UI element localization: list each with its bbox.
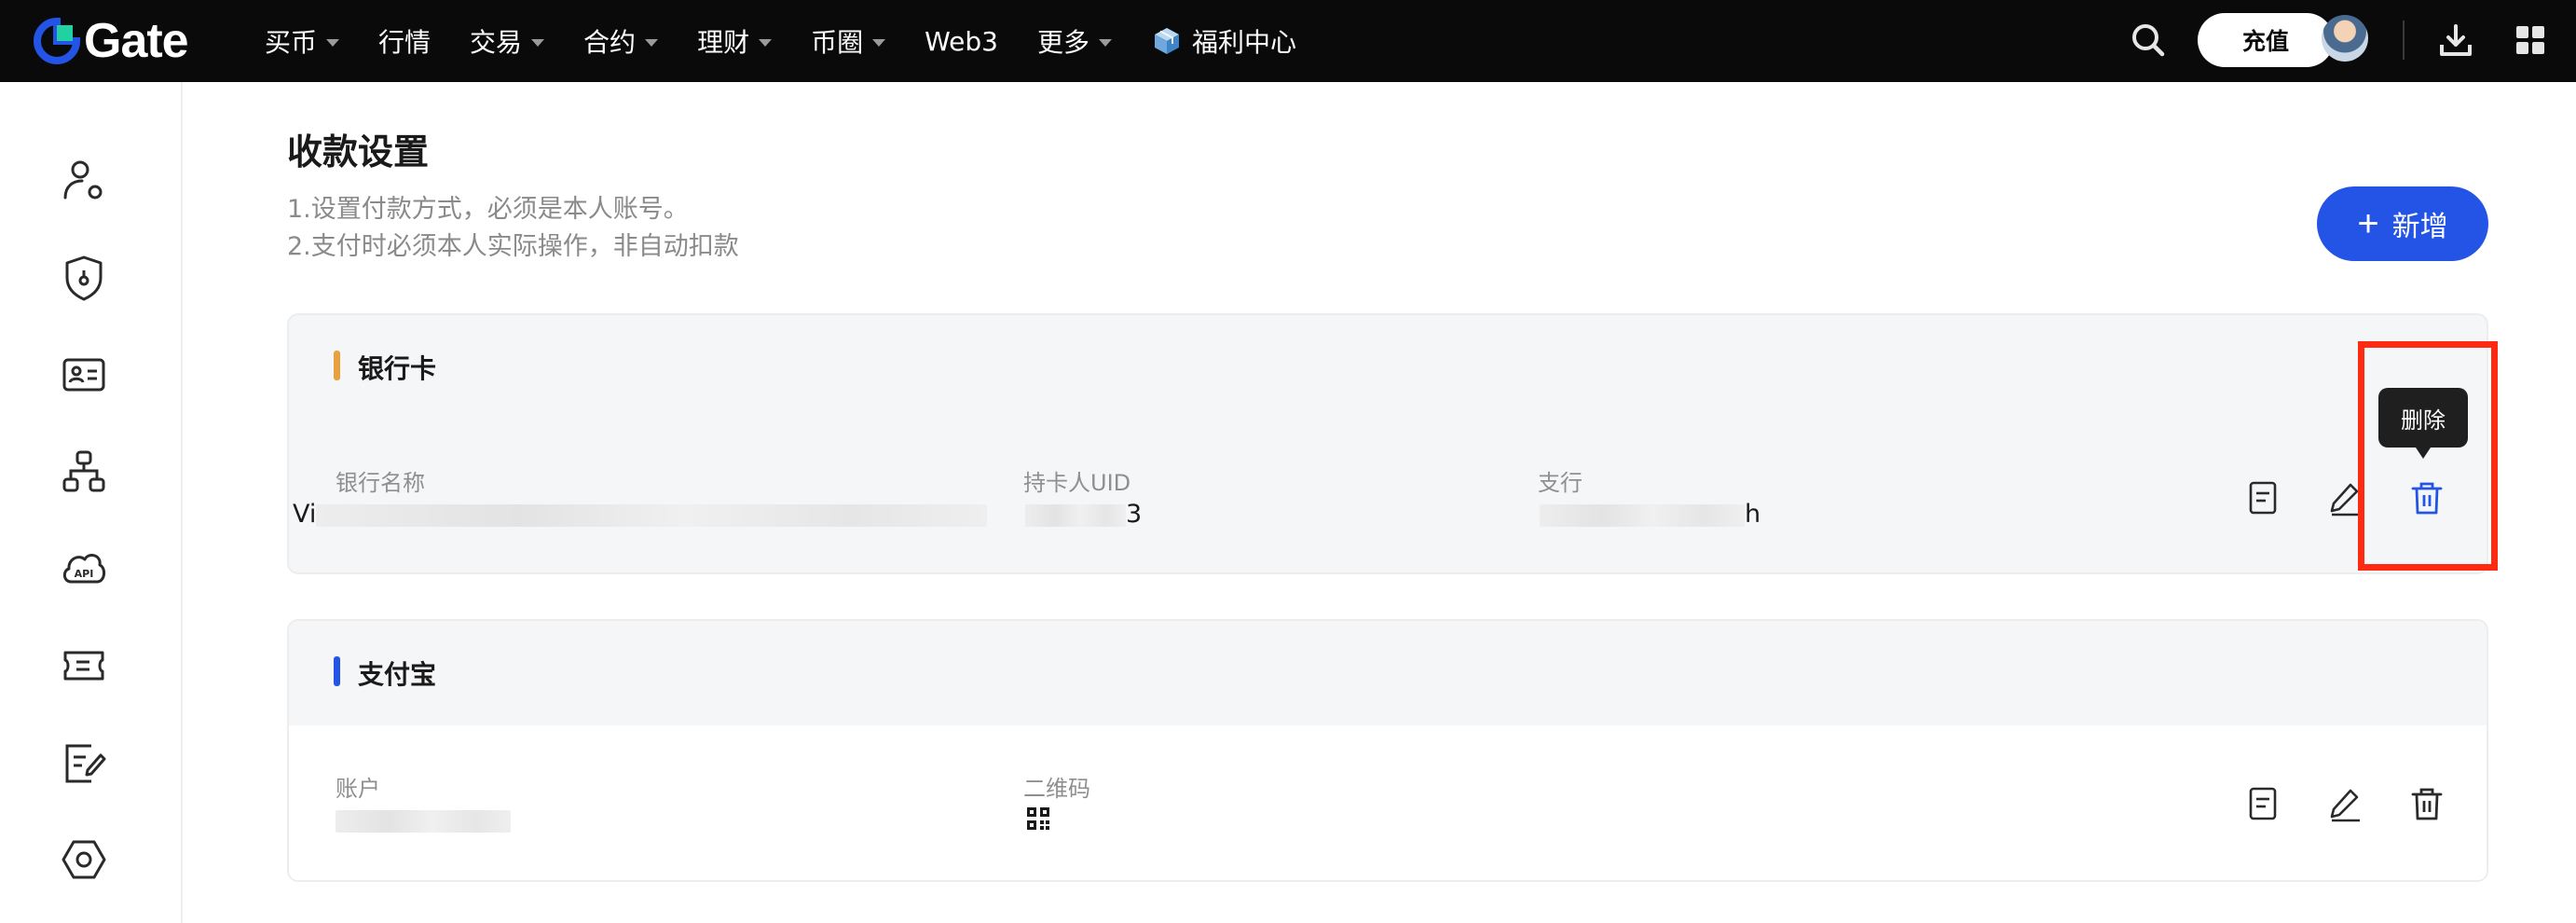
add-payment-method-button[interactable]: + 新增 [2317, 186, 2488, 261]
download-icon[interactable] [2434, 19, 2477, 62]
view-details-icon[interactable] [2242, 477, 2283, 518]
nav-earn[interactable]: 理财 [697, 22, 773, 60]
section-accent-bar [334, 351, 340, 380]
qr-code-icon[interactable] [1025, 806, 1051, 832]
top-navigation-bar: Gate 买币 行情 交易 合约 理财 币圈 Web3 更多 福利中心 充值 [0, 0, 2576, 82]
bank-card-title: 银行卡 [358, 353, 437, 384]
nav-more[interactable]: 更多 [1037, 22, 1112, 60]
chevron-down-icon [872, 38, 886, 47]
gift-box-icon [1154, 28, 1179, 54]
annotation-highlight-box [2358, 341, 2498, 571]
holder-uid-visible-suffix: 3 [1126, 500, 1143, 529]
alipay-card-title: 支付宝 [358, 659, 437, 690]
redacted-text [336, 809, 511, 833]
apps-grid-icon[interactable] [2509, 19, 2552, 62]
plus-icon: + [2357, 203, 2379, 244]
delete-icon[interactable] [2406, 783, 2447, 824]
branch-visible-suffix: h [1745, 500, 1761, 529]
gate-logo[interactable]: Gate [34, 13, 189, 69]
nav-label: 交易 [470, 27, 523, 58]
bank-card-payment-method: 银行卡 银行名称 Vi 持卡人UID 3 支行 h [287, 313, 2488, 574]
notes-edit-icon[interactable] [58, 737, 110, 789]
bank-name-visible-prefix: Vi [293, 500, 317, 529]
id-card-icon[interactable] [58, 349, 110, 401]
alipay-payment-method: 支付宝 账户 二维码 [287, 619, 2488, 882]
page-title: 收款设置 [287, 131, 430, 172]
logo-text: Gate [84, 14, 189, 68]
nav-label: 理财 [697, 27, 750, 58]
holder-uid-value: 3 [1025, 500, 1142, 529]
instruction-note: 1.设置付款方式，必须是本人账号。 [287, 195, 689, 224]
nav-label: 买币 [265, 27, 318, 58]
nav-buy-crypto[interactable]: 买币 [265, 22, 340, 60]
nav-web3[interactable]: Web3 [925, 26, 998, 57]
nav-label: 币圈 [811, 27, 864, 58]
coupon-icon[interactable] [58, 640, 110, 692]
nav-label: Web3 [925, 25, 998, 57]
main-nav: 买币 行情 交易 合约 理财 币圈 Web3 更多 福利中心 [265, 0, 1336, 82]
edit-icon[interactable] [2324, 783, 2365, 824]
bank-name-value: Vi [293, 500, 988, 529]
holder-uid-label: 持卡人UID [1023, 470, 1131, 496]
add-button-label: 新增 [2391, 212, 2448, 242]
nav-square[interactable]: 币圈 [811, 22, 886, 60]
bank-name-label: 银行名称 [336, 470, 425, 496]
chevron-down-icon [1098, 38, 1112, 47]
nav-rewards-hub[interactable]: 福利中心 [1151, 22, 1296, 60]
account-value [336, 806, 511, 834]
security-shield-icon[interactable] [58, 252, 110, 304]
account-label: 账户 [336, 776, 380, 802]
alipay-card-body: 账户 二维码 [289, 725, 2487, 880]
deposit-button[interactable]: 充值 [2198, 13, 2334, 67]
api-icon[interactable]: API [58, 543, 110, 595]
branch-label: 支行 [1538, 470, 1583, 496]
redacted-text [1025, 503, 1126, 527]
chevron-down-icon [326, 38, 340, 47]
alipay-card-header: 支付宝 [289, 621, 2487, 725]
chevron-down-icon [759, 38, 773, 47]
nav-label: 福利中心 [1191, 27, 1296, 58]
nav-futures[interactable]: 合约 [583, 22, 659, 60]
branch-value: h [1540, 500, 1761, 529]
nav-label: 行情 [378, 27, 432, 58]
section-accent-bar [334, 656, 340, 686]
settings-hexagon-icon[interactable] [58, 833, 110, 886]
user-settings-icon[interactable] [58, 155, 110, 207]
account-sidebar: API [0, 82, 183, 923]
view-details-icon[interactable] [2242, 783, 2283, 824]
chevron-down-icon [531, 38, 545, 47]
redacted-text [1540, 503, 1745, 527]
chevron-down-icon [645, 38, 659, 47]
nav-label: 更多 [1036, 27, 1089, 58]
qr-code-label: 二维码 [1023, 776, 1090, 802]
sub-account-icon[interactable] [58, 446, 110, 498]
search-icon[interactable] [2127, 19, 2170, 62]
gate-logo-icon [34, 18, 80, 64]
instruction-note: 2.支付时必须本人实际操作，非自动扣款 [287, 232, 739, 261]
avatar[interactable] [2322, 15, 2368, 62]
redacted-text [316, 503, 988, 527]
nav-label: 合约 [583, 27, 637, 58]
svg-text:API: API [75, 568, 94, 580]
nav-markets[interactable]: 行情 [378, 22, 431, 60]
nav-trade[interactable]: 交易 [470, 22, 545, 60]
header-divider [2403, 21, 2405, 60]
